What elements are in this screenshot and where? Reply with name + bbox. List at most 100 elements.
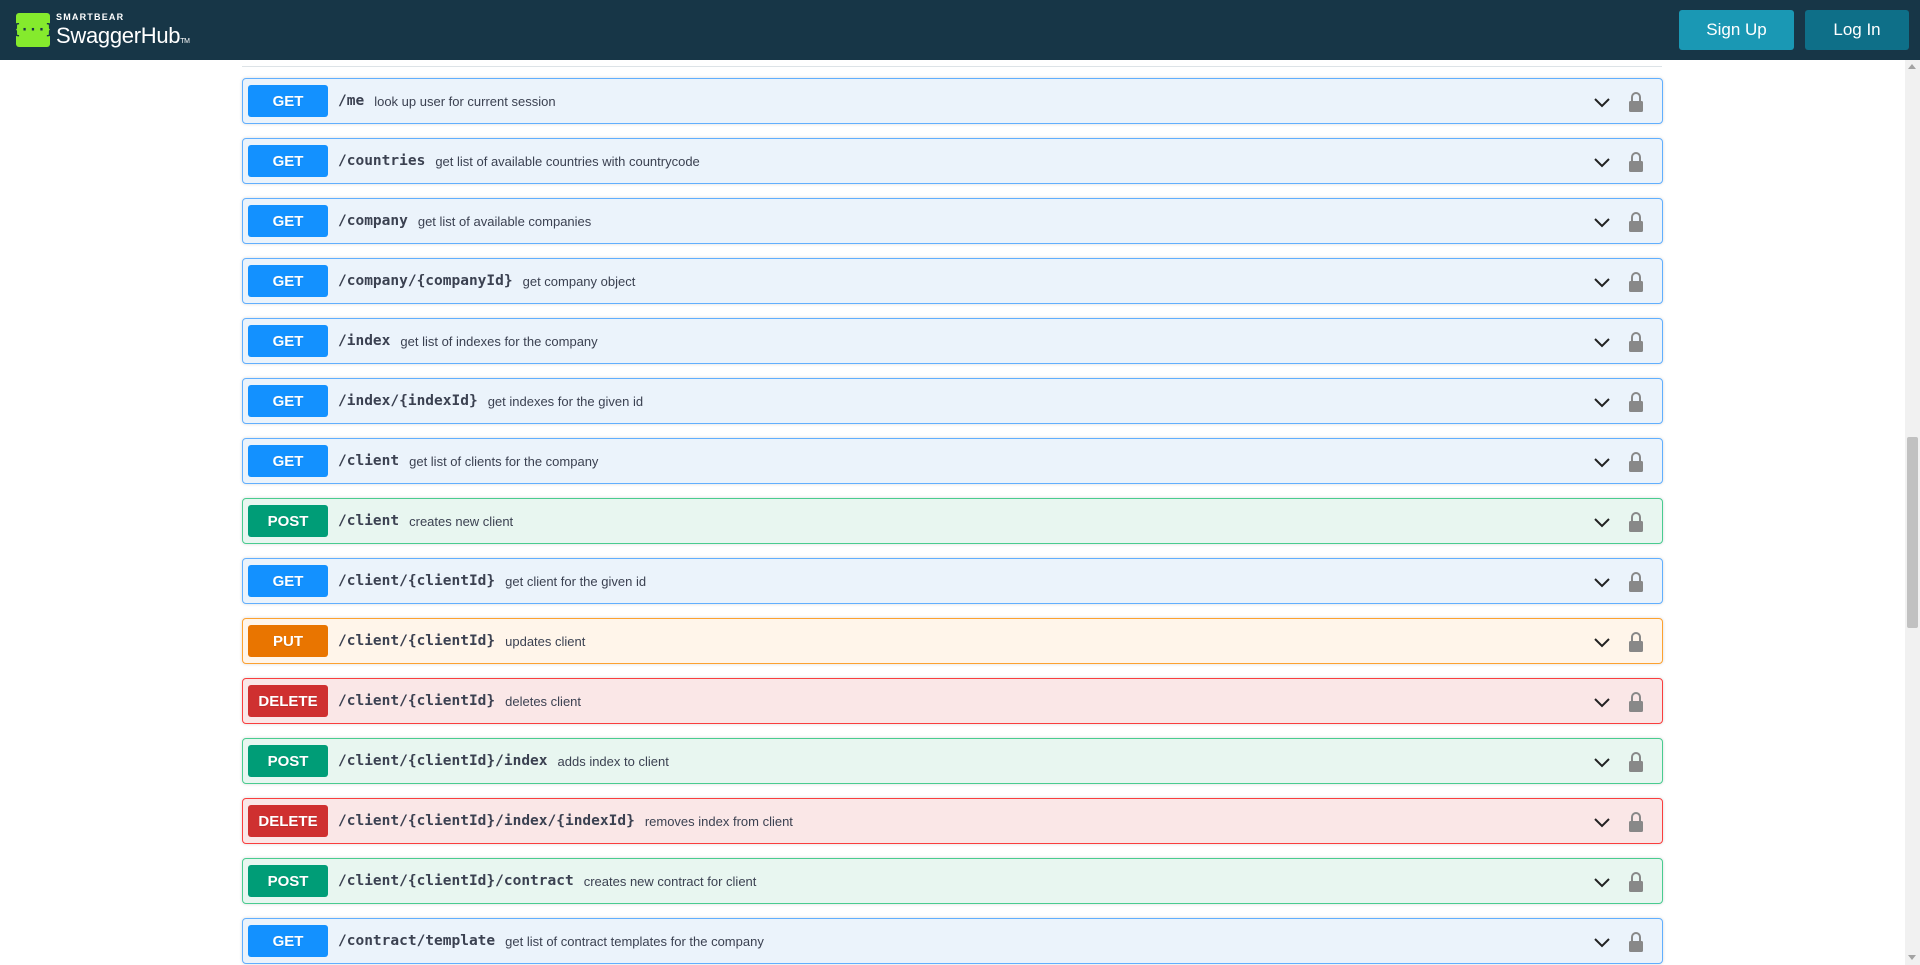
operation-summary: get indexes for the given id [487,393,644,409]
operation-path: /contract/template [338,933,496,949]
http-method-badge: POST [248,865,328,897]
chevron-down-icon[interactable] [1592,632,1612,652]
operation-row[interactable]: DELETE/client/{clientId} deletes client [242,678,1663,724]
operation-row[interactable]: POST/client creates new client [242,498,1663,544]
operation-row[interactable]: GET/company get list of available compani… [242,198,1663,244]
lock-icon[interactable] [1628,91,1644,113]
operation-path: /index/{indexId} [338,393,478,409]
operation-row[interactable]: GET/index/{indexId} get indexes for the g… [242,378,1663,424]
lock-icon[interactable] [1628,511,1644,533]
operation-path: /client [338,513,400,529]
log-in-button[interactable]: Log In [1805,10,1909,50]
operation-row[interactable]: POST/client/{clientId}/contract creates n… [242,858,1663,904]
operation-summary: creates new contract for client [583,873,757,889]
chevron-down-icon[interactable] [1592,212,1612,232]
lock-icon[interactable] [1628,391,1644,413]
http-method-badge: DELETE [248,685,328,717]
lock-icon[interactable] [1628,271,1644,293]
chevron-down-icon[interactable] [1592,332,1612,352]
operation-path: /client/{clientId}/contract [338,873,574,889]
lock-icon[interactable] [1628,631,1644,653]
chevron-down-icon[interactable] [1592,92,1612,112]
top-navigation-bar: {···} SMARTBEAR SwaggerHubTM Sign Up Log… [0,0,1920,60]
chevron-down-icon[interactable] [1592,752,1612,772]
operation-row[interactable]: POST/client/{clientId}/index adds index t… [242,738,1663,784]
operation-path: /company [338,213,408,229]
lock-icon[interactable] [1628,211,1644,233]
http-method-badge: GET [248,445,328,477]
lock-icon[interactable] [1628,451,1644,473]
logo-brand-name: SwaggerHub [56,23,181,48]
operation-row[interactable]: GET/client/{clientId} get client for the … [242,558,1663,604]
operation-summary: get list of indexes for the company [400,333,598,349]
operation-summary: get list of available companies [417,213,592,229]
operation-summary: look up user for current session [374,93,556,109]
operation-row[interactable]: PUT/client/{clientId} updates client [242,618,1663,664]
lock-icon[interactable] [1628,871,1644,893]
http-method-badge: GET [248,205,328,237]
lock-icon[interactable] [1628,751,1644,773]
scroll-up-arrow-icon[interactable] [1908,64,1916,69]
chevron-down-icon[interactable] [1592,932,1612,952]
http-method-badge: GET [248,385,328,417]
http-method-badge: GET [248,925,328,957]
http-method-badge: GET [248,325,328,357]
http-method-badge: PUT [248,625,328,657]
operation-row[interactable]: GET/company/{companyId} get company objec… [242,258,1663,304]
http-method-badge: DELETE [248,805,328,837]
scroll-down-arrow-icon[interactable] [1908,955,1916,960]
operation-path: /index [338,333,391,349]
operation-row[interactable]: GET/client get list of clients for the co… [242,438,1663,484]
operation-row[interactable]: GET/index get list of indexes for the com… [242,318,1663,364]
lock-icon[interactable] [1628,691,1644,713]
chevron-down-icon[interactable] [1592,692,1612,712]
lock-icon[interactable] [1628,931,1644,953]
lock-icon[interactable] [1628,331,1644,353]
operation-path: /me [338,93,365,109]
lock-icon[interactable] [1628,811,1644,833]
http-method-badge: GET [248,145,328,177]
logo-brand-top: SMARTBEAR [56,12,125,22]
chevron-down-icon[interactable] [1592,572,1612,592]
lock-icon[interactable] [1628,151,1644,173]
operation-path: /countries [338,153,426,169]
swagger-braces-icon: {···} [12,13,54,47]
section-divider [242,66,1662,67]
http-method-badge: GET [248,85,328,117]
http-method-badge: POST [248,745,328,777]
operation-summary: get list of available countries with cou… [435,153,700,169]
operation-path: /company/{companyId} [338,273,513,289]
logo-brand-main: SwaggerHubTM [56,25,190,47]
sign-up-button[interactable]: Sign Up [1679,10,1794,50]
chevron-down-icon[interactable] [1592,872,1612,892]
chevron-down-icon[interactable] [1592,512,1612,532]
operation-summary: adds index to client [557,753,669,769]
chevron-down-icon[interactable] [1592,152,1612,172]
logo-text: SMARTBEAR SwaggerHubTM [56,13,190,47]
chevron-down-icon[interactable] [1592,452,1612,472]
operation-path: /client/{clientId} [338,693,496,709]
operation-summary: removes index from client [644,813,793,829]
operation-summary: creates new client [409,513,514,529]
operation-row[interactable]: GET/contract/template get list of contrac… [242,918,1663,964]
chevron-down-icon[interactable] [1592,272,1612,292]
operation-summary: deletes client [505,693,582,709]
operation-path: /client/{clientId} [338,633,496,649]
operation-row[interactable]: GET/me look up user for current session [242,78,1663,124]
swaggerhub-logo[interactable]: {···} SMARTBEAR SwaggerHubTM [12,12,190,48]
scrollbar-thumb[interactable] [1907,437,1918,628]
lock-icon[interactable] [1628,571,1644,593]
operation-summary: get list of contract templates for the c… [505,933,764,949]
operation-row[interactable]: GET/countries get list of available count… [242,138,1663,184]
operations-list: GET/me look up user for current session GE… [0,60,1905,965]
operation-path: /client/{clientId} [338,573,496,589]
http-method-badge: GET [248,265,328,297]
http-method-badge: POST [248,505,328,537]
operation-row[interactable]: DELETE/client/{clientId}/index/{indexId}… [242,798,1663,844]
logo-trademark: TM [180,38,190,45]
chevron-down-icon[interactable] [1592,392,1612,412]
operation-path: /client/{clientId}/index/{indexId} [338,813,635,829]
chevron-down-icon[interactable] [1592,812,1612,832]
operation-summary: get list of clients for the company [409,453,599,469]
operation-path: /client [338,453,400,469]
